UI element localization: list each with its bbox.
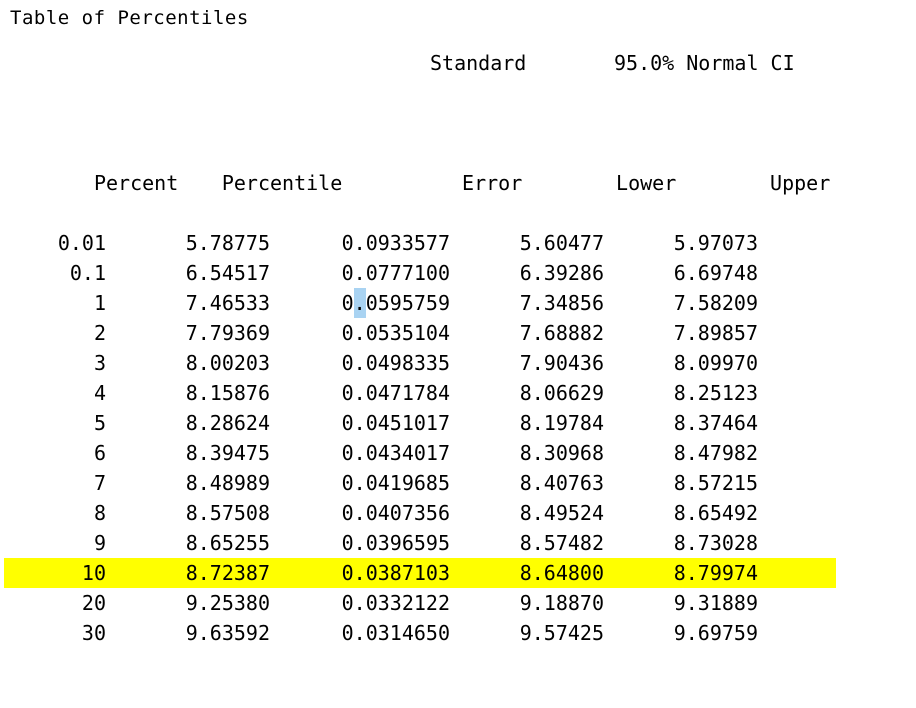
cell-upper: 8.37464 — [673, 411, 758, 435]
table-row[interactable]: 7 8.48989 0.0419685 8.40763 8.57215 — [10, 468, 830, 498]
cell-percentile: 5.78775 — [185, 231, 270, 255]
cell-error: 0.0595759 — [284, 288, 450, 318]
column-header-error: Error — [462, 171, 523, 195]
column-header-upper: Upper — [770, 171, 831, 195]
cell-error: 0.0498335 — [341, 351, 450, 375]
table-row[interactable]: 4 8.15876 0.0471784 8.06629 8.25123 — [10, 378, 830, 408]
cell-percentile: 9.25380 — [185, 591, 270, 615]
cell-lower: 8.49524 — [519, 501, 604, 525]
table-row[interactable]: 0.01 5.78775 0.0933577 5.60477 5.97073 — [10, 228, 830, 258]
cell-lower: 8.06629 — [519, 381, 604, 405]
percentiles-report: Table of Percentiles Standard 95.0% Norm… — [0, 0, 916, 645]
cell-upper: 8.09970 — [673, 351, 758, 375]
table-row[interactable]: 3 8.00203 0.0498335 7.90436 8.09970 — [10, 348, 830, 378]
cell-lower: 7.34856 — [519, 291, 604, 315]
page-title: Table of Percentiles — [10, 7, 249, 29]
column-header-percent: Percent — [93, 171, 179, 195]
cell-error: 0.0777100 — [341, 261, 450, 285]
cell-percent: 0.01 — [57, 231, 106, 255]
cell-upper: 8.65492 — [673, 501, 758, 525]
cell-percentile: 6.54517 — [185, 261, 270, 285]
cell-lower: 9.57425 — [519, 621, 604, 645]
cell-lower: 7.90436 — [519, 351, 604, 375]
cell-upper: 8.25123 — [673, 381, 758, 405]
cell-error: 0.0332122 — [341, 591, 450, 615]
cell-percentile: 8.00203 — [185, 351, 270, 375]
cell-percentile: 8.57508 — [185, 501, 270, 525]
cell-percent: 9 — [93, 531, 106, 555]
cell-error: 0.0933577 — [341, 231, 450, 255]
cell-lower: 8.57482 — [519, 531, 604, 555]
cell-percent: 20 — [81, 591, 106, 615]
cell-percent: 10 — [81, 561, 106, 585]
cell-lower: 7.68882 — [519, 321, 604, 345]
table-row[interactable]: 10 8.72387 0.0387103 8.64800 8.79974 — [10, 558, 831, 588]
column-group-normal-ci: 95.0% Normal CI — [614, 51, 795, 75]
column-header-percentile: Percentile — [221, 171, 343, 195]
cell-percentile: 8.39475 — [185, 441, 270, 465]
cell-percentile: 7.46533 — [185, 291, 270, 315]
cell-upper: 9.69759 — [673, 621, 758, 645]
table-row[interactable]: 20 9.25380 0.0332122 9.18870 9.31889 — [10, 588, 830, 618]
cell-percentile: 9.63592 — [185, 621, 270, 645]
table-row[interactable]: 6 8.39475 0.0434017 8.30968 8.47982 — [10, 438, 830, 468]
column-header-lower: Lower — [616, 171, 677, 195]
table-row[interactable]: 30 9.63592 0.0314650 9.57425 9.69759 — [10, 618, 830, 648]
cell-percentile: 8.48989 — [185, 471, 270, 495]
cell-percent: 2 — [93, 321, 106, 345]
cell-lower: 6.39286 — [519, 261, 604, 285]
cell-percentile: 8.65255 — [185, 531, 270, 555]
table-body: 0.01 5.78775 0.0933577 5.60477 5.97073 0.1 6.5… — [10, 228, 831, 648]
table-row[interactable]: 1 7.46533 0.0595759 7.34856 7.58209 — [10, 288, 830, 318]
cell-upper: 6.69748 — [673, 261, 758, 285]
cell-error: 0.0535104 — [341, 321, 450, 345]
cell-error: 0.0387103 — [341, 561, 450, 585]
cell-lower: 8.19784 — [519, 411, 604, 435]
cell-upper: 7.89857 — [673, 321, 758, 345]
table-row[interactable]: 9 8.65255 0.0396595 8.57482 8.73028 — [10, 528, 830, 558]
cell-error: 0.0314650 — [341, 621, 450, 645]
cell-lower: 8.64800 — [519, 561, 604, 585]
cell-percent: 3 — [93, 351, 106, 375]
cell-percentile: 7.79369 — [185, 321, 270, 345]
cell-percent: 5 — [93, 411, 106, 435]
percentiles-table: Percent Percentile Error Lower Upper 0.01 5.7… — [10, 78, 831, 708]
cell-upper: 8.73028 — [673, 531, 758, 555]
table-row[interactable]: 8 8.57508 0.0407356 8.49524 8.65492 — [10, 498, 830, 528]
cell-lower: 9.18870 — [519, 591, 604, 615]
text-selection-highlight: . — [353, 288, 366, 318]
cell-percent: 1 — [93, 291, 106, 315]
cell-upper: 8.57215 — [673, 471, 758, 495]
cell-error: 0.0451017 — [341, 411, 450, 435]
column-group-standard: Standard — [430, 51, 527, 75]
cell-percent: 7 — [93, 471, 106, 495]
cell-upper: 7.58209 — [673, 291, 758, 315]
cell-lower: 5.60477 — [519, 231, 604, 255]
table-row[interactable]: 5 8.28624 0.0451017 8.19784 8.37464 — [10, 408, 830, 438]
cell-upper: 9.31889 — [673, 591, 758, 615]
cell-percent: 8 — [93, 501, 106, 525]
cell-upper: 8.47982 — [673, 441, 758, 465]
table-row[interactable]: 2 7.79369 0.0535104 7.68882 7.89857 — [10, 318, 830, 348]
cell-lower: 8.30968 — [519, 441, 604, 465]
cell-error: 0.0419685 — [341, 471, 450, 495]
cell-lower: 8.40763 — [519, 471, 604, 495]
cell-percent: 30 — [81, 621, 106, 645]
cell-upper: 8.79974 — [673, 561, 758, 585]
cell-error: 0.0471784 — [341, 381, 450, 405]
cell-percentile: 8.72387 — [185, 561, 270, 585]
cell-percent: 4 — [93, 381, 106, 405]
cell-percent: 6 — [93, 441, 106, 465]
cell-error: 0.0396595 — [341, 531, 450, 555]
cell-error: 0.0434017 — [341, 441, 450, 465]
cell-percent: 0.1 — [69, 261, 106, 285]
cell-percentile: 8.28624 — [185, 411, 270, 435]
table-row[interactable]: 0.1 6.54517 0.0777100 6.39286 6.69748 — [10, 258, 830, 288]
cell-upper: 5.97073 — [673, 231, 758, 255]
table-header-row: Percent Percentile Error Lower Upper — [10, 138, 830, 195]
cell-percentile: 8.15876 — [185, 381, 270, 405]
cell-error: 0.0407356 — [341, 501, 450, 525]
